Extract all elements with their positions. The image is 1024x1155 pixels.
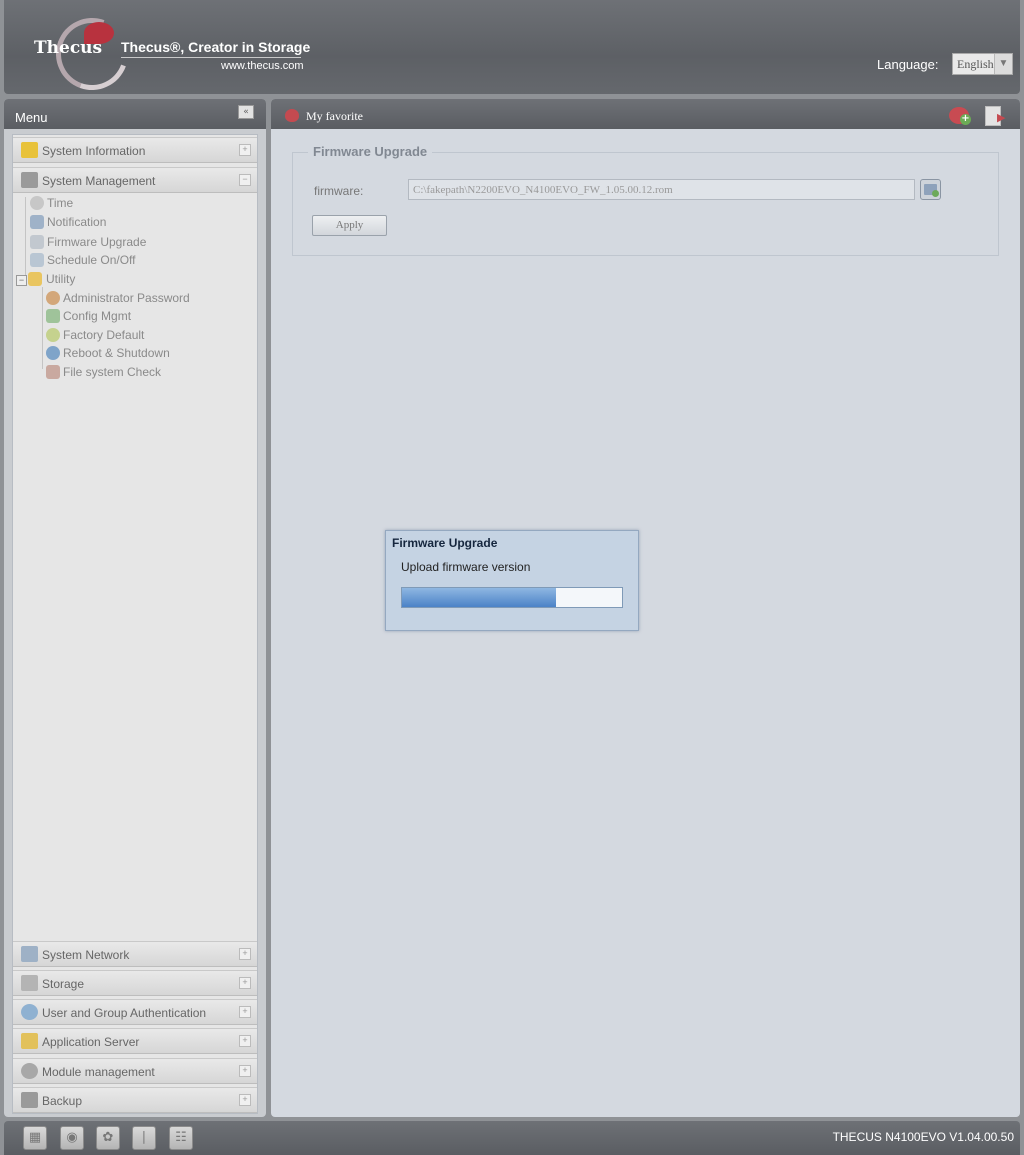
firmware-file-path: C:\fakepath\N2200EVO_N4100EVO_FW_1.05.00… [413, 184, 673, 196]
tree-line [42, 287, 43, 369]
plus-icon[interactable]: + [960, 114, 971, 125]
menu-item-label: Config Mgmt [63, 309, 132, 323]
menu-item-label: Time [47, 196, 74, 210]
menu-category-label: Module management [42, 1065, 155, 1079]
brand-logo: Thecus [34, 38, 103, 58]
menu-item-label: Factory Default [63, 328, 145, 342]
menu-panel: Menu « System Information + System Manag… [4, 99, 266, 1117]
menu-item-label: Administrator Password [63, 291, 190, 305]
add-file-icon [932, 190, 939, 197]
menu-category-backup[interactable]: Backup + [13, 1087, 257, 1113]
schedule-icon [30, 253, 44, 267]
language-select[interactable]: English ▼ [952, 53, 1013, 75]
disk-icon[interactable]: ◉ [60, 1126, 84, 1150]
firmware-version: THECUS N4100EVO V1.04.00.50 [832, 1130, 1014, 1144]
menu-category-system-network[interactable]: System Network + [13, 941, 257, 967]
firmware-upgrade-dialog: Firmware Upgrade Upload firmware version [385, 530, 639, 631]
firmware-icon [30, 235, 44, 249]
expand-icon[interactable]: + [239, 1006, 251, 1018]
language-label: Language: [877, 57, 939, 72]
menu-item-label: Schedule On/Off [47, 253, 136, 267]
folder-icon [28, 272, 42, 286]
app-server-icon [21, 1033, 38, 1049]
expand-icon[interactable]: + [239, 144, 251, 156]
dialog-title: Firmware Upgrade [392, 536, 498, 550]
my-favorite-label[interactable]: My favorite [306, 109, 363, 124]
network-icon [21, 946, 38, 962]
menu-category-module-management[interactable]: Module management + [13, 1058, 257, 1084]
menu-category-label: User and Group Authentication [42, 1006, 207, 1020]
users-icon [21, 1004, 38, 1020]
module-icon [21, 1063, 38, 1079]
status-footer: ▦ ◉ ✿ ∣ ☷ THECUS N4100EVO V1.04.00.50 [4, 1121, 1020, 1155]
chevron-down-icon[interactable]: ▼ [994, 54, 1012, 74]
upload-progress-bar [401, 587, 623, 608]
menu-item-utility[interactable]: − Utility [16, 270, 96, 288]
storage-icon [21, 975, 38, 991]
collapse-icon[interactable]: − [239, 174, 251, 186]
menu-item-label: Utility [46, 272, 76, 286]
expand-icon[interactable]: + [239, 1094, 251, 1106]
menu-category-label: Backup [42, 1094, 83, 1108]
firmware-upgrade-section [292, 152, 999, 256]
notification-icon [30, 215, 44, 229]
menu-category-label: System Information [42, 144, 146, 158]
menu-category-label: Application Server [42, 1035, 140, 1049]
firmware-file-input[interactable]: C:\fakepath\N2200EVO_N4100EVO_FW_1.05.00… [408, 179, 915, 200]
menu-category-storage[interactable]: Storage + [13, 970, 257, 996]
filesystem-check-icon [46, 365, 60, 379]
expand-icon[interactable]: + [239, 1065, 251, 1077]
menu-item-label: Firmware Upgrade [47, 235, 147, 249]
top-header: Thecus Thecus®, Creator in Storage www.t… [4, 0, 1020, 102]
brand-website: www.thecus.com [221, 60, 304, 72]
browse-button[interactable] [920, 179, 941, 200]
tagline-divider [121, 57, 301, 58]
clock-icon [30, 196, 44, 210]
dialog-message: Upload firmware version [401, 560, 531, 574]
tools-icon [21, 172, 38, 188]
brand-tagline: Thecus®, Creator in Storage [121, 39, 311, 55]
menu-category-user-group-authentication[interactable]: User and Group Authentication + [13, 999, 257, 1025]
monitor-icon[interactable]: ▦ [23, 1126, 47, 1150]
menu-category-label: Storage [42, 977, 85, 991]
logout-arrow-icon[interactable]: ▶ [997, 111, 1005, 124]
menu-category-system-information[interactable]: System Information + [13, 137, 257, 163]
menu-body: System Information + System Management −… [12, 134, 258, 1114]
admin-icon [46, 291, 60, 305]
firmware-label: firmware: [314, 184, 364, 198]
collapse-menu-icon[interactable]: « [238, 105, 254, 119]
temperature-icon[interactable]: ∣ [132, 1126, 156, 1150]
content-panel: My favorite + ▶ Firmware Upgrade firmwar… [271, 99, 1020, 1117]
power-icon [46, 346, 60, 360]
language-value: English [957, 57, 994, 71]
backup-icon [21, 1092, 38, 1108]
menu-category-label: System Network [42, 948, 130, 962]
content-header: My favorite + ▶ [271, 99, 1020, 129]
menu-category-label: System Management [42, 174, 156, 188]
config-icon [46, 309, 60, 323]
menu-title: Menu [15, 110, 48, 125]
favorite-heart-icon[interactable] [285, 109, 299, 122]
section-title: Firmware Upgrade [308, 144, 433, 159]
expand-icon[interactable]: + [239, 1035, 251, 1047]
menu-category-application-server[interactable]: Application Server + [13, 1028, 257, 1054]
apply-button[interactable]: Apply [312, 215, 387, 236]
menu-header: Menu « [4, 99, 266, 129]
network-tree-icon[interactable]: ☷ [169, 1126, 193, 1150]
menu-item-label: Reboot & Shutdown [63, 346, 170, 360]
collapse-tree-icon[interactable]: − [16, 275, 27, 286]
menu-item-label: Notification [47, 215, 107, 229]
expand-icon[interactable]: + [239, 948, 251, 960]
menu-item-label: File system Check [63, 365, 162, 379]
progress-fill [402, 588, 556, 607]
expand-icon[interactable]: + [239, 977, 251, 989]
menu-category-system-management[interactable]: System Management − [13, 167, 257, 193]
fan-icon[interactable]: ✿ [96, 1126, 120, 1150]
info-icon [21, 142, 38, 158]
factory-default-icon [46, 328, 60, 342]
